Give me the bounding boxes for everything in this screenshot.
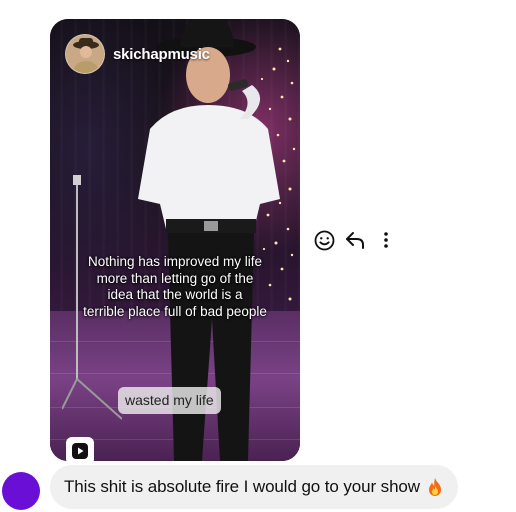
reel-caption-line: terrible place full of bad people (83, 303, 267, 319)
reply-arrow-icon[interactable] (344, 229, 366, 251)
reels-play-icon[interactable] (66, 437, 94, 461)
message-actions (313, 229, 397, 251)
chat-thread: skichapmusic Nothing has improved my lif… (0, 0, 516, 512)
fire-emoji-icon (426, 477, 444, 497)
reel-caption-line: more than letting go of the (96, 270, 254, 286)
smiley-face-icon[interactable] (313, 229, 335, 251)
message-text: This shit is absolute fire I would go to… (64, 477, 420, 496)
reel-text-sticker: wasted my life (118, 387, 221, 414)
author-photo-icon (66, 35, 104, 73)
reel-author-username: skichapmusic (113, 45, 210, 63)
shared-reel-card[interactable]: skichapmusic Nothing has improved my lif… (50, 19, 300, 461)
reel-author[interactable]: skichapmusic (65, 34, 210, 74)
reel-caption: Nothing has improved my life more than l… (58, 254, 292, 320)
message-bubble[interactable]: This shit is absolute fire I would go to… (50, 465, 458, 509)
sender-avatar[interactable] (2, 472, 40, 510)
reel-author-avatar (65, 34, 105, 74)
reel-caption-line: Nothing has improved my life (87, 254, 263, 269)
reel-caption-line: idea that the world is a (107, 287, 243, 302)
more-vertical-icon[interactable] (375, 229, 397, 251)
